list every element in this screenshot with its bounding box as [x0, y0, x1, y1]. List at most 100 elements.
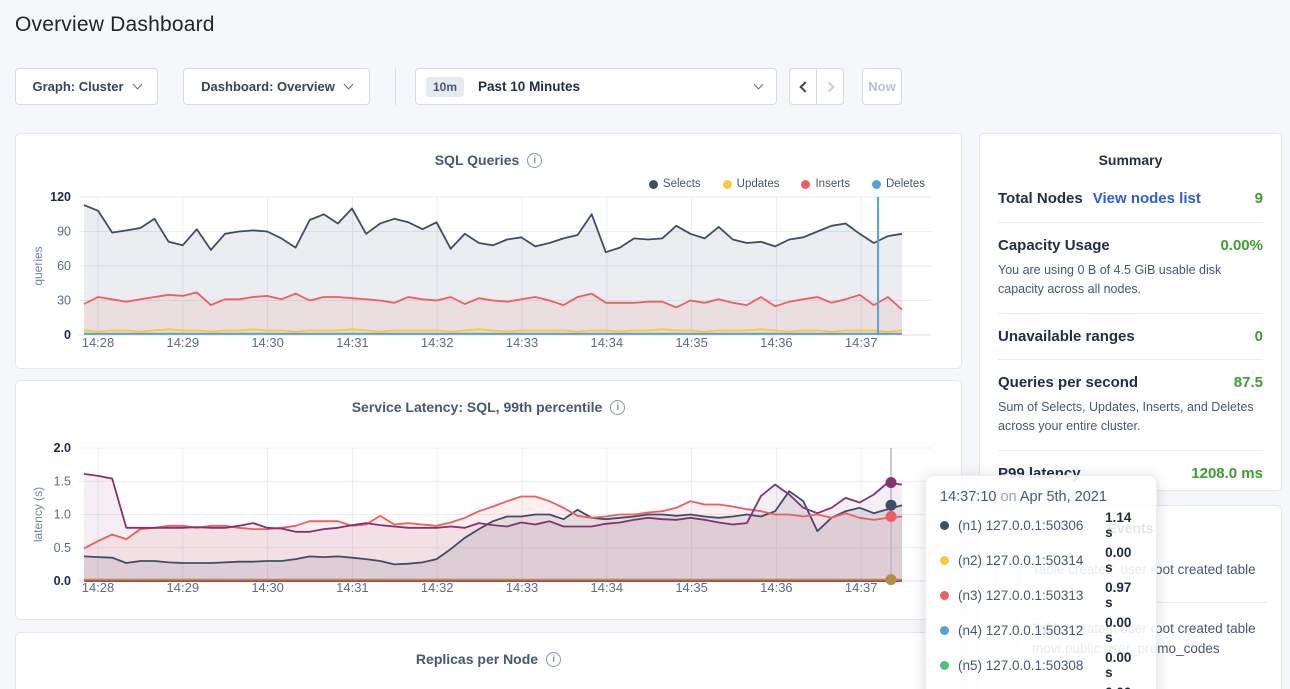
chevron-down-icon [343, 80, 353, 90]
time-range-dropdown[interactable]: 10m Past 10 Minutes [415, 68, 777, 105]
svg-text:14:34: 14:34 [591, 335, 624, 350]
legend-dot-icon [801, 180, 810, 189]
legend-dot-icon [649, 180, 658, 189]
svg-text:queries: queries [31, 246, 45, 285]
svg-text:14:32: 14:32 [421, 580, 454, 595]
unavailable-ranges-value: 0 [1255, 328, 1263, 345]
unavailable-ranges-label: Unavailable ranges [998, 328, 1135, 345]
svg-text:14:32: 14:32 [421, 335, 454, 350]
tooltip-node-name: (n4) 127.0.0.1:50312 [958, 623, 1105, 638]
qps-desc: Sum of Selects, Updates, Inserts, and De… [998, 398, 1268, 436]
series-dot-icon [940, 556, 949, 565]
legend-dot-icon [872, 180, 881, 189]
now-button[interactable]: Now [862, 68, 902, 105]
svg-text:14:29: 14:29 [167, 335, 200, 350]
tooltip-node-name: (n3) 127.0.0.1:50313 [958, 588, 1105, 603]
svg-text:14:31: 14:31 [336, 335, 369, 350]
series-dot-icon [940, 626, 949, 635]
capacity-usage-value: 0.00% [1220, 237, 1263, 254]
summary-row-capacity: Capacity Usage 0.00% You are using 0 B o… [998, 222, 1263, 299]
capacity-usage-desc: You are using 0 B of 4.5 GiB usable disk… [998, 261, 1268, 299]
summary-row-qps: Queries per second 87.5 Sum of Selects, … [998, 359, 1263, 436]
latency-panel: Service Latency: SQL, 99th percentile i … [15, 380, 962, 620]
tooltip-row: (n4) 127.0.0.1:503120.00 s [940, 615, 1142, 645]
time-range-badge: 10m [426, 77, 464, 97]
dashboard-dropdown-label: Dashboard: Overview [201, 79, 335, 94]
total-nodes-value: 9 [1255, 190, 1263, 207]
tooltip-node-name: (n5) 127.0.0.1:50308 [958, 658, 1105, 673]
series-dot-icon [940, 521, 949, 530]
svg-text:14:37: 14:37 [845, 580, 878, 595]
svg-text:14:36: 14:36 [760, 580, 793, 595]
chart-hover-tooltip: 14:37:10 on Apr 5th, 2021 (n1) 127.0.0.1… [925, 475, 1157, 689]
chevron-down-icon [132, 80, 142, 90]
svg-text:latency (s): latency (s) [31, 487, 45, 542]
tooltip-node-value: 0.97 s [1105, 580, 1142, 610]
svg-text:0: 0 [64, 328, 71, 342]
view-nodes-list-link[interactable]: View nodes list [1093, 190, 1201, 207]
summary-row-unavailable: Unavailable ranges 0 [998, 313, 1263, 345]
summary-row-total-nodes: Total Nodes View nodes list 9 [998, 190, 1263, 208]
svg-text:14:29: 14:29 [167, 580, 200, 595]
svg-text:14:35: 14:35 [675, 335, 708, 350]
tooltip-timestamp: 14:37:10 on Apr 5th, 2021 [940, 489, 1142, 505]
replicas-panel: Replicas per Node i [15, 632, 962, 689]
chevron-right-icon [823, 81, 834, 92]
svg-text:14:37: 14:37 [845, 335, 878, 350]
info-icon[interactable]: i [527, 153, 542, 168]
svg-text:14:36: 14:36 [760, 335, 793, 350]
summary-panel: Summary Total Nodes View nodes list 9 Cap… [979, 133, 1282, 491]
sql-queries-chart[interactable]: 14:2814:2914:3014:3114:3214:3314:3414:35… [16, 189, 963, 370]
svg-text:30: 30 [57, 294, 71, 308]
tooltip-row: (n3) 127.0.0.1:503130.97 s [940, 580, 1142, 610]
svg-text:14:28: 14:28 [82, 335, 115, 350]
svg-text:14:35: 14:35 [675, 580, 708, 595]
latency-chart[interactable]: 14:2814:2914:3014:3114:3214:3314:3414:35… [16, 436, 963, 621]
toolbar-divider [395, 68, 396, 105]
svg-text:14:33: 14:33 [506, 580, 539, 595]
svg-text:90: 90 [57, 225, 71, 239]
svg-text:14:34: 14:34 [591, 580, 624, 595]
sql-queries-title: SQL Queries [435, 152, 520, 168]
svg-text:0.0: 0.0 [54, 574, 71, 588]
tooltip-node-value: 0.00 s [1105, 685, 1142, 689]
page-title: Overview Dashboard [15, 13, 215, 37]
summary-title: Summary [998, 152, 1263, 168]
info-icon[interactable]: i [610, 400, 625, 415]
info-icon[interactable]: i [546, 652, 561, 667]
graph-dropdown[interactable]: Graph: Cluster [15, 68, 158, 105]
total-nodes-label: Total Nodes [998, 190, 1083, 207]
tooltip-node-value: 0.00 s [1105, 650, 1142, 680]
tooltip-node-value: 1.14 s [1105, 510, 1142, 540]
legend-dot-icon [723, 180, 732, 189]
sql-queries-panel: SQL Queries i SelectsUpdatesInsertsDelet… [15, 133, 962, 369]
qps-label: Queries per second [998, 374, 1138, 391]
tooltip-node-name: (n1) 127.0.0.1:50306 [958, 518, 1105, 533]
tooltip-row: (n2) 127.0.0.1:503140.00 s [940, 545, 1142, 575]
svg-text:14:33: 14:33 [506, 335, 539, 350]
next-time-button[interactable] [816, 69, 843, 104]
chevron-left-icon [799, 81, 810, 92]
qps-value: 87.5 [1234, 374, 1263, 391]
chevron-down-icon [754, 80, 764, 90]
latency-title: Service Latency: SQL, 99th percentile [352, 399, 603, 415]
time-step-buttons [789, 68, 844, 105]
series-dot-icon [940, 661, 949, 670]
prev-time-button[interactable] [790, 69, 816, 104]
dashboard-dropdown[interactable]: Dashboard: Overview [183, 68, 370, 105]
svg-text:14:30: 14:30 [251, 580, 284, 595]
svg-text:1.0: 1.0 [54, 508, 71, 522]
tooltip-node-value: 0.00 s [1105, 545, 1142, 575]
tooltip-node-value: 0.00 s [1105, 615, 1142, 645]
time-range-label: Past 10 Minutes [478, 79, 580, 94]
tooltip-row: (n1) 127.0.0.1:503061.14 s [940, 510, 1142, 540]
capacity-usage-label: Capacity Usage [998, 237, 1110, 254]
graph-dropdown-label: Graph: Cluster [32, 79, 123, 94]
series-dot-icon [940, 591, 949, 600]
tooltip-row: (n6) 127.0.0.1:503100.00 s [940, 685, 1142, 689]
tooltip-row: (n5) 127.0.0.1:503080.00 s [940, 650, 1142, 680]
svg-text:0.5: 0.5 [54, 541, 71, 555]
svg-text:14:31: 14:31 [336, 580, 369, 595]
replicas-title: Replicas per Node [416, 651, 538, 667]
svg-text:1.5: 1.5 [54, 474, 71, 488]
